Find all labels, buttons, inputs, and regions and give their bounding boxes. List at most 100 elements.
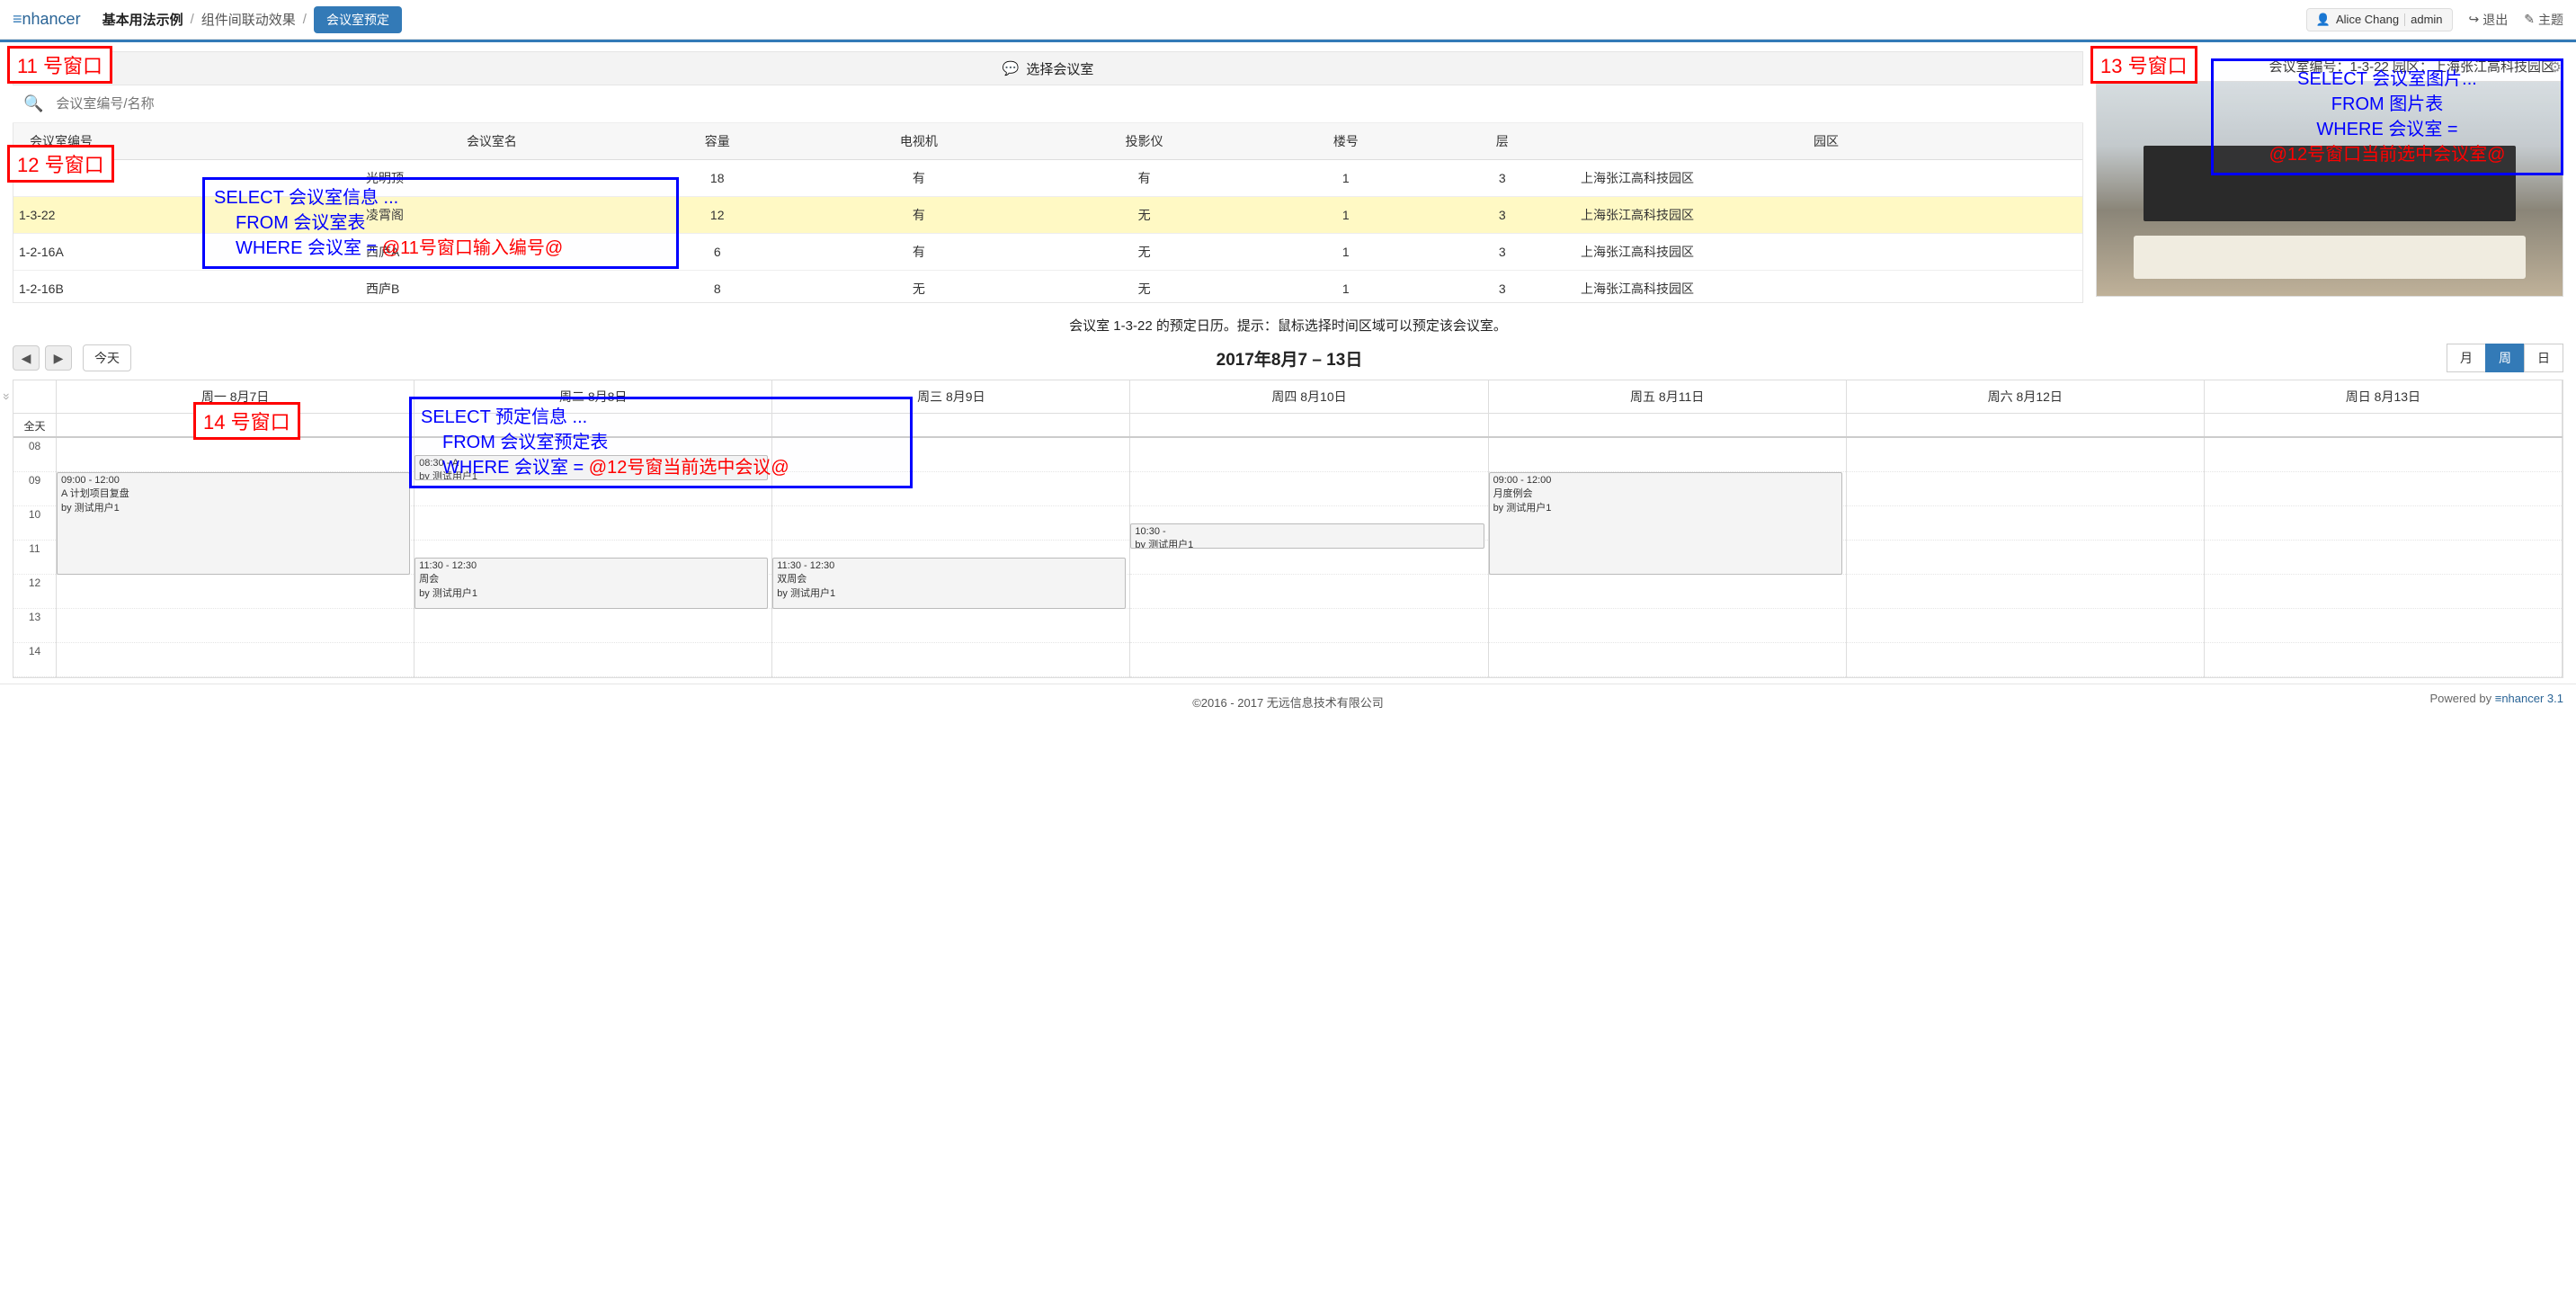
calendar-event[interactable]: 11:30 - 12:30双周会by 测试用户1 — [772, 558, 1126, 609]
hour-slot[interactable] — [1489, 609, 1846, 643]
search-icon[interactable]: 🔍 — [23, 94, 43, 113]
allday-cell[interactable] — [2205, 414, 2563, 436]
hour-slot[interactable] — [1130, 575, 1487, 609]
hour-slot[interactable] — [1130, 643, 1487, 677]
hour-slot[interactable] — [2205, 541, 2562, 575]
day-header[interactable]: 周六 8月12日 — [1847, 380, 2205, 413]
day-header[interactable]: 周二 8月8日 — [414, 380, 772, 413]
hour-slot[interactable] — [1489, 643, 1846, 677]
hour-slot[interactable] — [1847, 643, 2204, 677]
hour-slot[interactable] — [414, 506, 771, 541]
hour-slot[interactable] — [2205, 506, 2562, 541]
breadcrumb-item-1[interactable]: 基本用法示例 — [103, 10, 183, 29]
view-week-button[interactable]: 周 — [2485, 344, 2525, 372]
allday-cell[interactable] — [1489, 414, 1847, 436]
calendar-event[interactable]: 09:00 - 12:00月度例会by 测试用户1 — [1489, 472, 1842, 575]
hour-slot[interactable] — [772, 438, 1129, 472]
expand-handle-icon[interactable]: » — [0, 393, 14, 400]
day-column[interactable]: 10:30 - by 测试用户1 — [1130, 438, 1488, 677]
hour-slot[interactable] — [1489, 575, 1846, 609]
hour-slot[interactable] — [414, 643, 771, 677]
allday-cell[interactable] — [57, 414, 414, 436]
allday-cell[interactable] — [1130, 414, 1488, 436]
hour-slot[interactable] — [2205, 472, 2562, 506]
user-badge[interactable]: 👤 Alice Chang admin — [2306, 8, 2453, 31]
breadcrumb-item-2[interactable]: 组件间联动效果 — [201, 10, 296, 29]
breadcrumb-item-3[interactable]: 会议室预定 — [314, 6, 402, 33]
table-cell: 无 — [1031, 234, 1257, 271]
table-header[interactable]: 容量 — [628, 123, 807, 160]
table-header[interactable]: 楼号 — [1257, 123, 1435, 160]
allday-cell[interactable] — [1847, 414, 2205, 436]
hour-slot[interactable] — [1847, 541, 2204, 575]
table-row[interactable]: 1-2-16A西庐A6有无13上海张江高科技园区 — [13, 234, 2082, 271]
day-header[interactable]: 周四 8月10日 — [1130, 380, 1488, 413]
hour-slot[interactable] — [772, 472, 1129, 506]
hour-label: 13 — [13, 609, 56, 643]
day-column[interactable]: 09:00 - 12:00A 计划项目复盘by 测试用户1 — [57, 438, 414, 677]
hour-slot[interactable] — [1847, 609, 2204, 643]
prev-button[interactable]: ◀ — [13, 345, 40, 371]
table-header[interactable]: 层 — [1435, 123, 1570, 160]
hour-slot[interactable] — [1130, 609, 1487, 643]
day-header[interactable]: 周三 8月9日 — [772, 380, 1130, 413]
table-header[interactable]: 投影仪 — [1031, 123, 1257, 160]
view-month-button[interactable]: 月 — [2447, 344, 2486, 372]
search-input[interactable] — [56, 96, 2072, 112]
theme-link[interactable]: ✎主题 — [2524, 11, 2563, 29]
settings-icon[interactable]: ⚙ — [2549, 58, 2562, 76]
day-header[interactable]: 周五 8月11日 — [1489, 380, 1847, 413]
allday-cell[interactable] — [414, 414, 772, 436]
hour-slot[interactable] — [1847, 438, 2204, 472]
hour-slot[interactable] — [2205, 643, 2562, 677]
hour-slot[interactable] — [1130, 438, 1487, 472]
hour-slot[interactable] — [57, 643, 414, 677]
logout-link[interactable]: ↪退出 — [2469, 11, 2509, 29]
day-column[interactable]: 08:30 - Aby 测试用户1 11:30 - 12:30周会by 测试用户1 — [414, 438, 772, 677]
day-header[interactable]: 周一 8月7日 — [57, 380, 414, 413]
calendar-event[interactable]: 09:00 - 12:00A 计划项目复盘by 测试用户1 — [57, 472, 410, 575]
table-row[interactable]: 1-3-22凌霄阁12有无13上海张江高科技园区 — [13, 197, 2082, 234]
today-button[interactable]: 今天 — [83, 344, 131, 371]
hour-slot[interactable] — [1130, 472, 1487, 506]
hour-slot[interactable] — [57, 438, 414, 472]
table-header[interactable]: 电视机 — [807, 123, 1032, 160]
divider — [2404, 13, 2405, 26]
logo[interactable]: ≡nhancer — [13, 10, 81, 29]
calendar-body[interactable]: 08091011121314 09:00 - 12:00A 计划项目复盘by 测… — [13, 438, 2563, 677]
table-row[interactable]: 1-3-21光明顶18有有13上海张江高科技园区 — [13, 160, 2082, 197]
table-cell: 1 — [1257, 160, 1435, 197]
day-column[interactable] — [2205, 438, 2563, 677]
table-row[interactable]: 1-2-16B西庐B8无无13上海张江高科技园区 — [13, 271, 2082, 304]
hour-slot[interactable] — [772, 643, 1129, 677]
next-button[interactable]: ▶ — [45, 345, 72, 371]
hour-slot[interactable] — [2205, 609, 2562, 643]
day-column[interactable] — [1847, 438, 2205, 677]
view-day-button[interactable]: 日 — [2524, 344, 2563, 372]
table-wrap[interactable]: 会议室编号会议室名容量电视机投影仪楼号层园区 1-3-21光明顶18有有13上海… — [13, 123, 2083, 303]
calendar-event[interactable]: 08:30 - Aby 测试用户1 — [414, 455, 768, 480]
hour-slot[interactable] — [414, 609, 771, 643]
hour-slot[interactable] — [1847, 575, 2204, 609]
table-header[interactable]: 园区 — [1570, 123, 2082, 160]
hour-slot[interactable] — [772, 609, 1129, 643]
calendar-event[interactable]: 11:30 - 12:30周会by 测试用户1 — [414, 558, 768, 609]
table-cell: 1-2-16A — [13, 234, 355, 271]
hour-slot[interactable] — [2205, 438, 2562, 472]
table-header[interactable]: 会议室名 — [355, 123, 628, 160]
day-column[interactable]: 11:30 - 12:30双周会by 测试用户1 — [772, 438, 1130, 677]
table-header[interactable]: 会议室编号 — [13, 123, 355, 160]
theme-icon: ✎ — [2524, 12, 2535, 27]
hour-slot[interactable] — [57, 609, 414, 643]
hour-slot[interactable] — [1847, 472, 2204, 506]
hour-slot[interactable] — [1489, 438, 1846, 472]
allday-cell[interactable] — [772, 414, 1130, 436]
hour-slot[interactable] — [772, 506, 1129, 541]
hour-slot[interactable] — [57, 575, 414, 609]
calendar-event[interactable]: 10:30 - by 测试用户1 — [1130, 523, 1484, 549]
left-column: 11 号窗口 💬 选择会议室 🔍 12 号窗口 会议室编号会议室名容量电视机投影… — [13, 51, 2083, 303]
hour-slot[interactable] — [2205, 575, 2562, 609]
day-column[interactable]: 09:00 - 12:00月度例会by 测试用户1 — [1489, 438, 1847, 677]
hour-slot[interactable] — [1847, 506, 2204, 541]
day-header[interactable]: 周日 8月13日 — [2205, 380, 2563, 413]
